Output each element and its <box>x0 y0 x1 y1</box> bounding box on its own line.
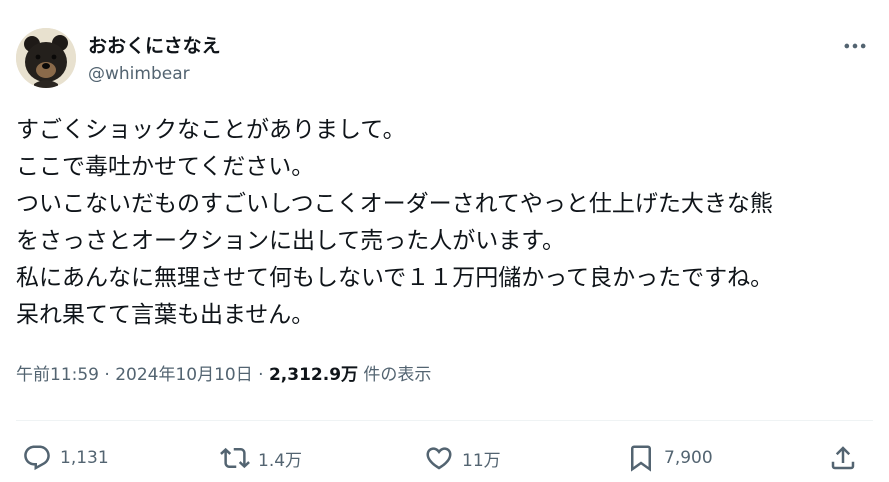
more-button[interactable] <box>841 32 869 60</box>
bookmark-icon <box>631 445 651 472</box>
reply-icon <box>24 445 50 471</box>
bookmark-count: 7,900 <box>664 448 713 468</box>
like-count: 11万 <box>462 450 501 471</box>
view-label[interactable]: 件の表示 <box>358 365 431 385</box>
share-button[interactable] <box>828 440 858 476</box>
tweet-text: すごくショックなことがありまして。 ここで毒吐かせてください。 ついこないだもの… <box>16 112 876 334</box>
divider <box>16 420 873 421</box>
like-button[interactable]: 11万 <box>424 440 501 476</box>
retweet-icon <box>220 447 250 469</box>
retweet-count: 1.4万 <box>258 450 303 471</box>
bookmark-button[interactable]: 7,900 <box>626 440 713 476</box>
heart-icon <box>426 447 452 470</box>
meta-separator: · <box>99 365 116 385</box>
tweet-line: すごくショックなことがありまして。 <box>16 117 406 143</box>
bear-avatar-icon <box>16 28 76 88</box>
tweet-date[interactable]: 2024年10月10日 <box>115 365 253 385</box>
tweet-line: ここで毒吐かせてください。 <box>16 154 315 180</box>
tweet-meta: 午前11:59 · 2024年10月10日 · 2,312.9万 件の表示 <box>16 362 431 388</box>
display-name[interactable]: おおくにさなえ <box>88 34 221 58</box>
tweet-line: 私にあんなに無理させて何もしないで１１万円儲かって良かったですね。 <box>16 265 774 291</box>
action-bar: 1,131 1.4万 11万 7,900 <box>16 440 873 476</box>
tweet-header: おおくにさなえ @whimbear <box>16 28 873 88</box>
tweet-line: ついこないだものすごいしつこくオーダーされてやっと仕上げた大きな熊 <box>16 191 773 217</box>
tweet-time[interactable]: 午前11:59 <box>16 365 99 385</box>
tweet-line: 呆れ果てて言葉も出ません。 <box>16 302 315 328</box>
user-handle[interactable]: @whimbear <box>88 62 221 86</box>
view-count[interactable]: 2,312.9万 <box>269 365 358 385</box>
reply-count: 1,131 <box>60 448 109 468</box>
retweet-button[interactable]: 1.4万 <box>220 440 302 476</box>
tweet-line: をさっさとオークションに出して売った人がいます。 <box>16 228 566 254</box>
avatar[interactable] <box>16 28 76 88</box>
more-horizontal-icon <box>844 43 866 49</box>
share-icon <box>831 446 855 470</box>
reply-button[interactable]: 1,131 <box>22 440 109 476</box>
meta-separator: · <box>252 365 269 385</box>
